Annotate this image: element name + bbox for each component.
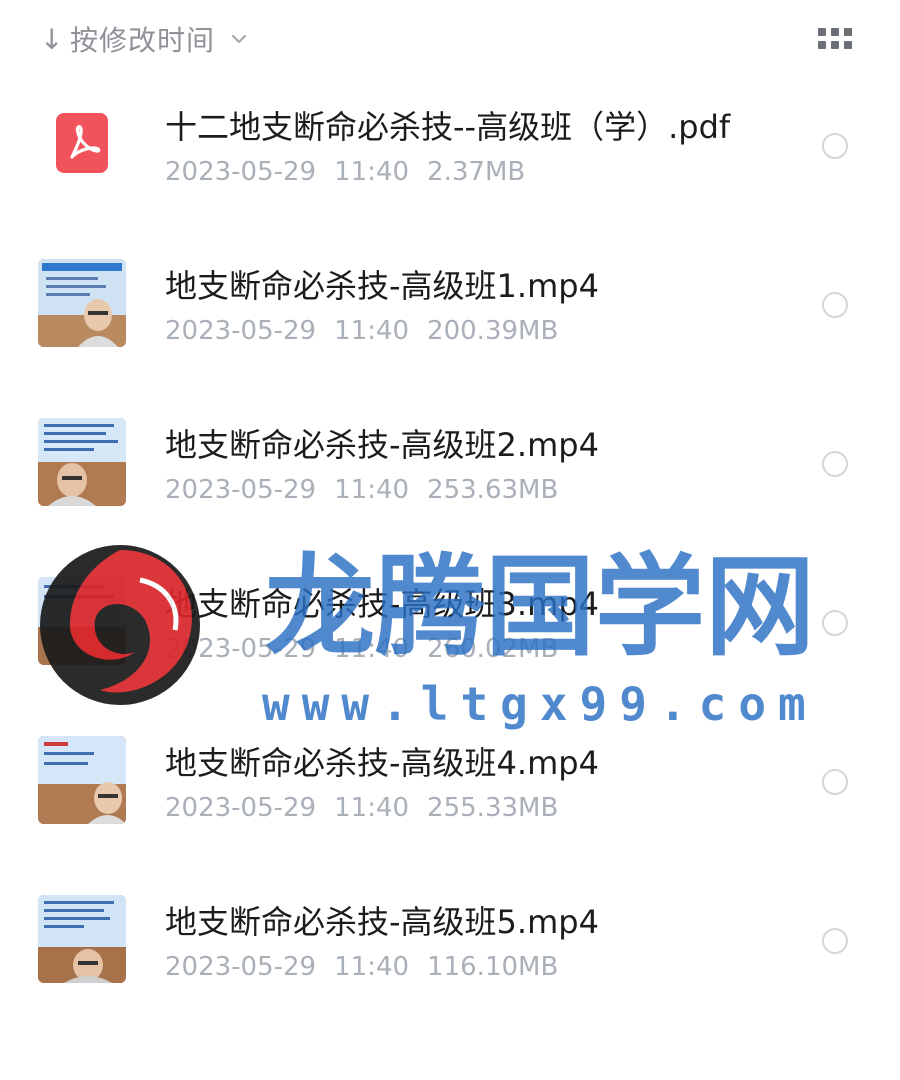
- file-time: 11:40: [334, 316, 410, 346]
- file-row[interactable]: 地支断命必杀技-高级班2.mp4 2023-05-29 11:40 253.63MB: [0, 398, 900, 557]
- file-time: 11:40: [334, 634, 410, 664]
- file-meta: 2023-05-29 11:40 253.63MB: [165, 475, 576, 505]
- file-name: 地支断命必杀技-高级班4.mp4: [165, 744, 599, 782]
- file-date: 2023-05-29: [165, 793, 317, 823]
- video-thumbnail: [38, 895, 126, 983]
- pdf-icon: [56, 113, 108, 173]
- file-date: 2023-05-29: [165, 634, 317, 664]
- file-name: 地支断命必杀技-高级班1.mp4: [165, 267, 599, 305]
- file-size: 260.02MB: [427, 634, 559, 664]
- select-radio[interactable]: [822, 769, 848, 795]
- file-name: 十二地支断命必杀技--高级班（学）.pdf: [165, 108, 731, 146]
- arrow-down-icon: ↓: [40, 22, 64, 56]
- video-thumbnail: [38, 577, 126, 665]
- sort-selector[interactable]: ↓ 按修改时间: [40, 18, 249, 60]
- sort-label: 按修改时间: [70, 24, 216, 57]
- video-thumbnail: [38, 418, 126, 506]
- file-name: 地支断命必杀技-高级班5.mp4: [165, 903, 599, 941]
- select-radio[interactable]: [822, 292, 848, 318]
- file-meta: 2023-05-29 11:40 200.39MB: [165, 316, 576, 346]
- file-name: 地支断命必杀技-高级班3.mp4: [165, 585, 599, 623]
- file-row[interactable]: 地支断命必杀技-高级班5.mp4 2023-05-29 11:40 116.10MB: [0, 875, 900, 1034]
- file-size: 116.10MB: [427, 952, 559, 982]
- file-meta: 2023-05-29 11:40 2.37MB: [165, 157, 543, 187]
- file-time: 11:40: [334, 475, 410, 505]
- video-thumbnail: [38, 259, 126, 347]
- chevron-down-icon: [231, 34, 247, 44]
- file-row[interactable]: 地支断命必杀技-高级班4.mp4 2023-05-29 11:40 255.33MB: [0, 716, 900, 875]
- file-meta: 2023-05-29 11:40 116.10MB: [165, 952, 576, 982]
- file-size: 200.39MB: [427, 316, 559, 346]
- file-meta: 2023-05-29 11:40 260.02MB: [165, 634, 576, 664]
- grid-view-icon[interactable]: [818, 28, 852, 52]
- file-date: 2023-05-29: [165, 475, 317, 505]
- file-name: 地支断命必杀技-高级班2.mp4: [165, 426, 599, 464]
- file-date: 2023-05-29: [165, 952, 317, 982]
- file-time: 11:40: [334, 793, 410, 823]
- file-size: 253.63MB: [427, 475, 559, 505]
- file-size: 255.33MB: [427, 793, 559, 823]
- file-meta: 2023-05-29 11:40 255.33MB: [165, 793, 576, 823]
- file-time: 11:40: [334, 157, 410, 187]
- file-size: 2.37MB: [427, 157, 526, 187]
- select-radio[interactable]: [822, 610, 848, 636]
- file-date: 2023-05-29: [165, 157, 317, 187]
- select-radio[interactable]: [822, 451, 848, 477]
- toolbar: ↓ 按修改时间: [0, 0, 900, 80]
- file-row[interactable]: 地支断命必杀技-高级班1.mp4 2023-05-29 11:40 200.39MB: [0, 239, 900, 398]
- file-date: 2023-05-29: [165, 316, 317, 346]
- select-radio[interactable]: [822, 133, 848, 159]
- file-row[interactable]: 十二地支断命必杀技--高级班（学）.pdf 2023-05-29 11:40 2.3…: [0, 80, 900, 239]
- select-radio[interactable]: [822, 928, 848, 954]
- file-time: 11:40: [334, 952, 410, 982]
- video-thumbnail: [38, 736, 126, 824]
- file-row[interactable]: 地支断命必杀技-高级班3.mp4 2023-05-29 11:40 260.02MB: [0, 557, 900, 716]
